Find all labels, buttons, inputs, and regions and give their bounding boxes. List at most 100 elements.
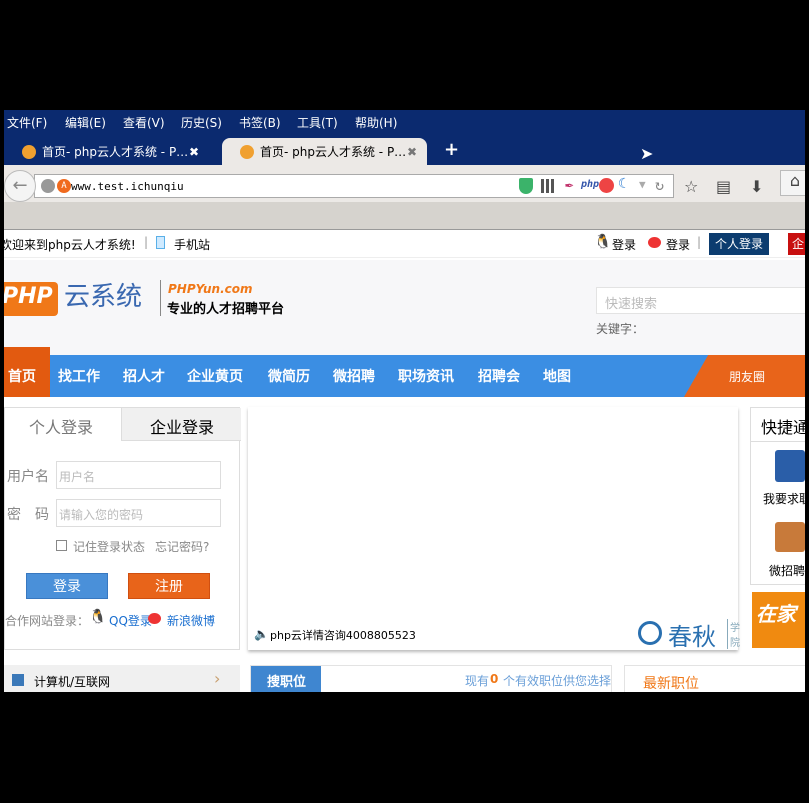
main-nav: 首页 找工作 招人才 企业黄页 微简历 微招聘 职场资讯 招聘会 地图 朋友圈 bbox=[4, 347, 805, 397]
tab-bar: 首页- php云人才系统 - P… ✖ 首页- php云人才系统 - P… ✖ … bbox=[4, 135, 805, 165]
brand-logo: 春秋 bbox=[668, 623, 716, 651]
remember-checkbox[interactable] bbox=[56, 540, 67, 551]
nav-friends[interactable]: 朋友圈 bbox=[684, 355, 805, 397]
site-topbar: 欢迎来到php云人才系统! | 手机站 🐧 登录 登录 | 个人登录 企 bbox=[4, 230, 805, 258]
computer-icon bbox=[12, 674, 24, 686]
download-icon[interactable]: ⬇ bbox=[750, 177, 763, 196]
home-icon[interactable]: ⌂ bbox=[780, 170, 805, 196]
logo-domain: PHPYun.com bbox=[168, 282, 253, 296]
globe-icon bbox=[41, 179, 55, 193]
nav-micro-recruit[interactable]: 微招聘 bbox=[333, 366, 375, 386]
job-search-bar: 搜职位 现有 0 个有效职位供您选择 bbox=[250, 665, 612, 692]
ubuntu-icon[interactable] bbox=[599, 178, 614, 193]
category-label: 计算机/互联网 bbox=[34, 675, 111, 689]
nav-career-news[interactable]: 职场资讯 bbox=[398, 366, 454, 386]
banner: 🔈 php云详情咨询4008805523 春秋 学院 bbox=[248, 407, 740, 651]
category-item[interactable]: 计算机/互联网 › bbox=[4, 665, 240, 692]
logo-slogan: 专业的人才招聘平台 bbox=[167, 302, 285, 317]
divider: | bbox=[697, 235, 702, 249]
logo-php: PHP bbox=[4, 282, 58, 316]
toolbar-strip bbox=[4, 202, 805, 230]
qq-login-link[interactable]: 登录 bbox=[612, 236, 636, 253]
quick-job-seeker[interactable]: 我要求职 bbox=[763, 490, 805, 507]
ad-banner[interactable]: 在家 bbox=[752, 592, 805, 648]
search-jobs-tab[interactable]: 搜职位 bbox=[251, 666, 321, 692]
weibo-login-link[interactable]: 登录 bbox=[666, 236, 690, 253]
nav-home[interactable]: 首页 bbox=[4, 347, 50, 397]
speaker-icon: 🔈 bbox=[254, 627, 269, 641]
menu-help[interactable]: 帮助(H) bbox=[352, 110, 410, 135]
login-panel: 个人登录 企业登录 用户名 用户名 密 码 请输入您的密码 记住登录状态 忘记密… bbox=[4, 407, 241, 650]
search-input[interactable]: 快速搜索 bbox=[596, 287, 805, 314]
tab-company-login[interactable]: 企业登录 bbox=[121, 408, 241, 441]
quick-panel: 快捷通 我要求职 微招聘 bbox=[750, 407, 805, 585]
password-label: 密 码 bbox=[7, 507, 49, 523]
micro-recruit-icon[interactable] bbox=[775, 522, 805, 552]
divider: | bbox=[144, 235, 149, 249]
brand-side: 学院 bbox=[727, 619, 740, 649]
job-count: 0 bbox=[490, 672, 499, 686]
menu-view[interactable]: 查看(V) bbox=[120, 110, 178, 135]
reload-icon[interactable]: ↻ bbox=[655, 176, 664, 194]
dropdown-icon[interactable]: ▼ bbox=[639, 178, 646, 191]
back-button[interactable]: ← bbox=[4, 170, 36, 202]
username-label: 用户名 bbox=[7, 469, 49, 485]
nav-company-directory[interactable]: 企业黄页 bbox=[187, 366, 243, 386]
nav-map[interactable]: 地图 bbox=[543, 366, 571, 386]
addon-a-icon: A bbox=[57, 179, 71, 193]
tab-2[interactable]: 首页- php云人才系统 - P… ✖ bbox=[222, 138, 427, 165]
password-input[interactable]: 请输入您的密码 bbox=[56, 499, 221, 527]
url-bar[interactable]: A www.test.ichunqiu ✒ php ☾ ▼ ↻ bbox=[34, 174, 674, 198]
mobile-icon bbox=[156, 236, 165, 249]
weibo-icon bbox=[148, 613, 161, 624]
latest-jobs-title: 最新职位 bbox=[643, 676, 699, 692]
mobile-site-link[interactable]: 手机站 bbox=[174, 236, 210, 253]
tab-title: 首页- php云人才系统 - P… bbox=[42, 145, 189, 159]
url-text[interactable]: www.test.ichunqiu bbox=[71, 180, 184, 193]
qq-login-link[interactable]: QQ登录 bbox=[109, 612, 152, 629]
feather-icon[interactable]: ✒ bbox=[565, 177, 573, 193]
qq-icon: 🐧 bbox=[594, 234, 612, 250]
close-tab-icon[interactable]: ✖ bbox=[189, 145, 199, 159]
nav-find-job[interactable]: 找工作 bbox=[58, 366, 100, 386]
jquery-icon[interactable]: ☾ bbox=[618, 176, 626, 192]
bookmark-star-icon[interactable]: ☆ bbox=[684, 177, 698, 196]
remember-label[interactable]: 记住登录状态 bbox=[73, 538, 145, 555]
menu-history[interactable]: 历史(S) bbox=[178, 110, 236, 135]
nav-job-fair[interactable]: 招聘会 bbox=[478, 366, 520, 386]
favicon-icon bbox=[22, 144, 36, 159]
login-button[interactable]: 登录 bbox=[26, 573, 108, 599]
menu-bookmarks[interactable]: 书签(B) bbox=[236, 110, 294, 135]
nav-find-talent[interactable]: 招人才 bbox=[123, 366, 165, 386]
menu-file[interactable]: 文件(F) bbox=[4, 110, 62, 135]
forgot-password-link[interactable]: 忘记密码? bbox=[155, 538, 209, 555]
new-tab-button[interactable]: + bbox=[444, 139, 459, 160]
weibo-login-link[interactable]: 新浪微博 bbox=[167, 612, 215, 629]
company-login-button[interactable]: 企 bbox=[788, 233, 805, 255]
qq-icon: 🐧 bbox=[89, 609, 107, 625]
nav-micro-resume[interactable]: 微简历 bbox=[268, 366, 310, 386]
qrcode-icon[interactable] bbox=[541, 179, 555, 193]
register-button[interactable]: 注册 bbox=[128, 573, 210, 599]
quick-title: 快捷通 bbox=[751, 408, 805, 442]
quick-micro-recruit[interactable]: 微招聘 bbox=[769, 562, 805, 579]
chunqiu-logo-icon bbox=[638, 621, 662, 645]
menu-edit[interactable]: 编辑(E) bbox=[62, 110, 120, 135]
logo-divider bbox=[160, 280, 161, 316]
personal-login-button[interactable]: 个人登录 bbox=[709, 233, 769, 255]
logo-yun: 云系统 bbox=[64, 282, 143, 312]
php-icon[interactable]: php bbox=[581, 179, 599, 190]
reading-list-icon[interactable]: ▤ bbox=[716, 177, 731, 196]
close-tab-icon[interactable]: ✖ bbox=[407, 145, 417, 159]
notice-text: php云详情咨询4008805523 bbox=[270, 629, 416, 642]
tab-1[interactable]: 首页- php云人才系统 - P… ✖ bbox=[4, 138, 209, 165]
weibo-icon bbox=[648, 237, 661, 248]
latest-jobs-panel: 最新职位 bbox=[624, 665, 805, 692]
keyword-label: 关键字： bbox=[596, 322, 645, 336]
favicon-icon bbox=[240, 144, 254, 159]
shield-icon[interactable] bbox=[519, 178, 533, 194]
username-input[interactable]: 用户名 bbox=[56, 461, 221, 489]
tab-personal-login[interactable]: 个人登录 bbox=[29, 414, 93, 438]
job-seeker-icon[interactable] bbox=[775, 450, 805, 482]
menu-tools[interactable]: 工具(T) bbox=[294, 110, 352, 135]
